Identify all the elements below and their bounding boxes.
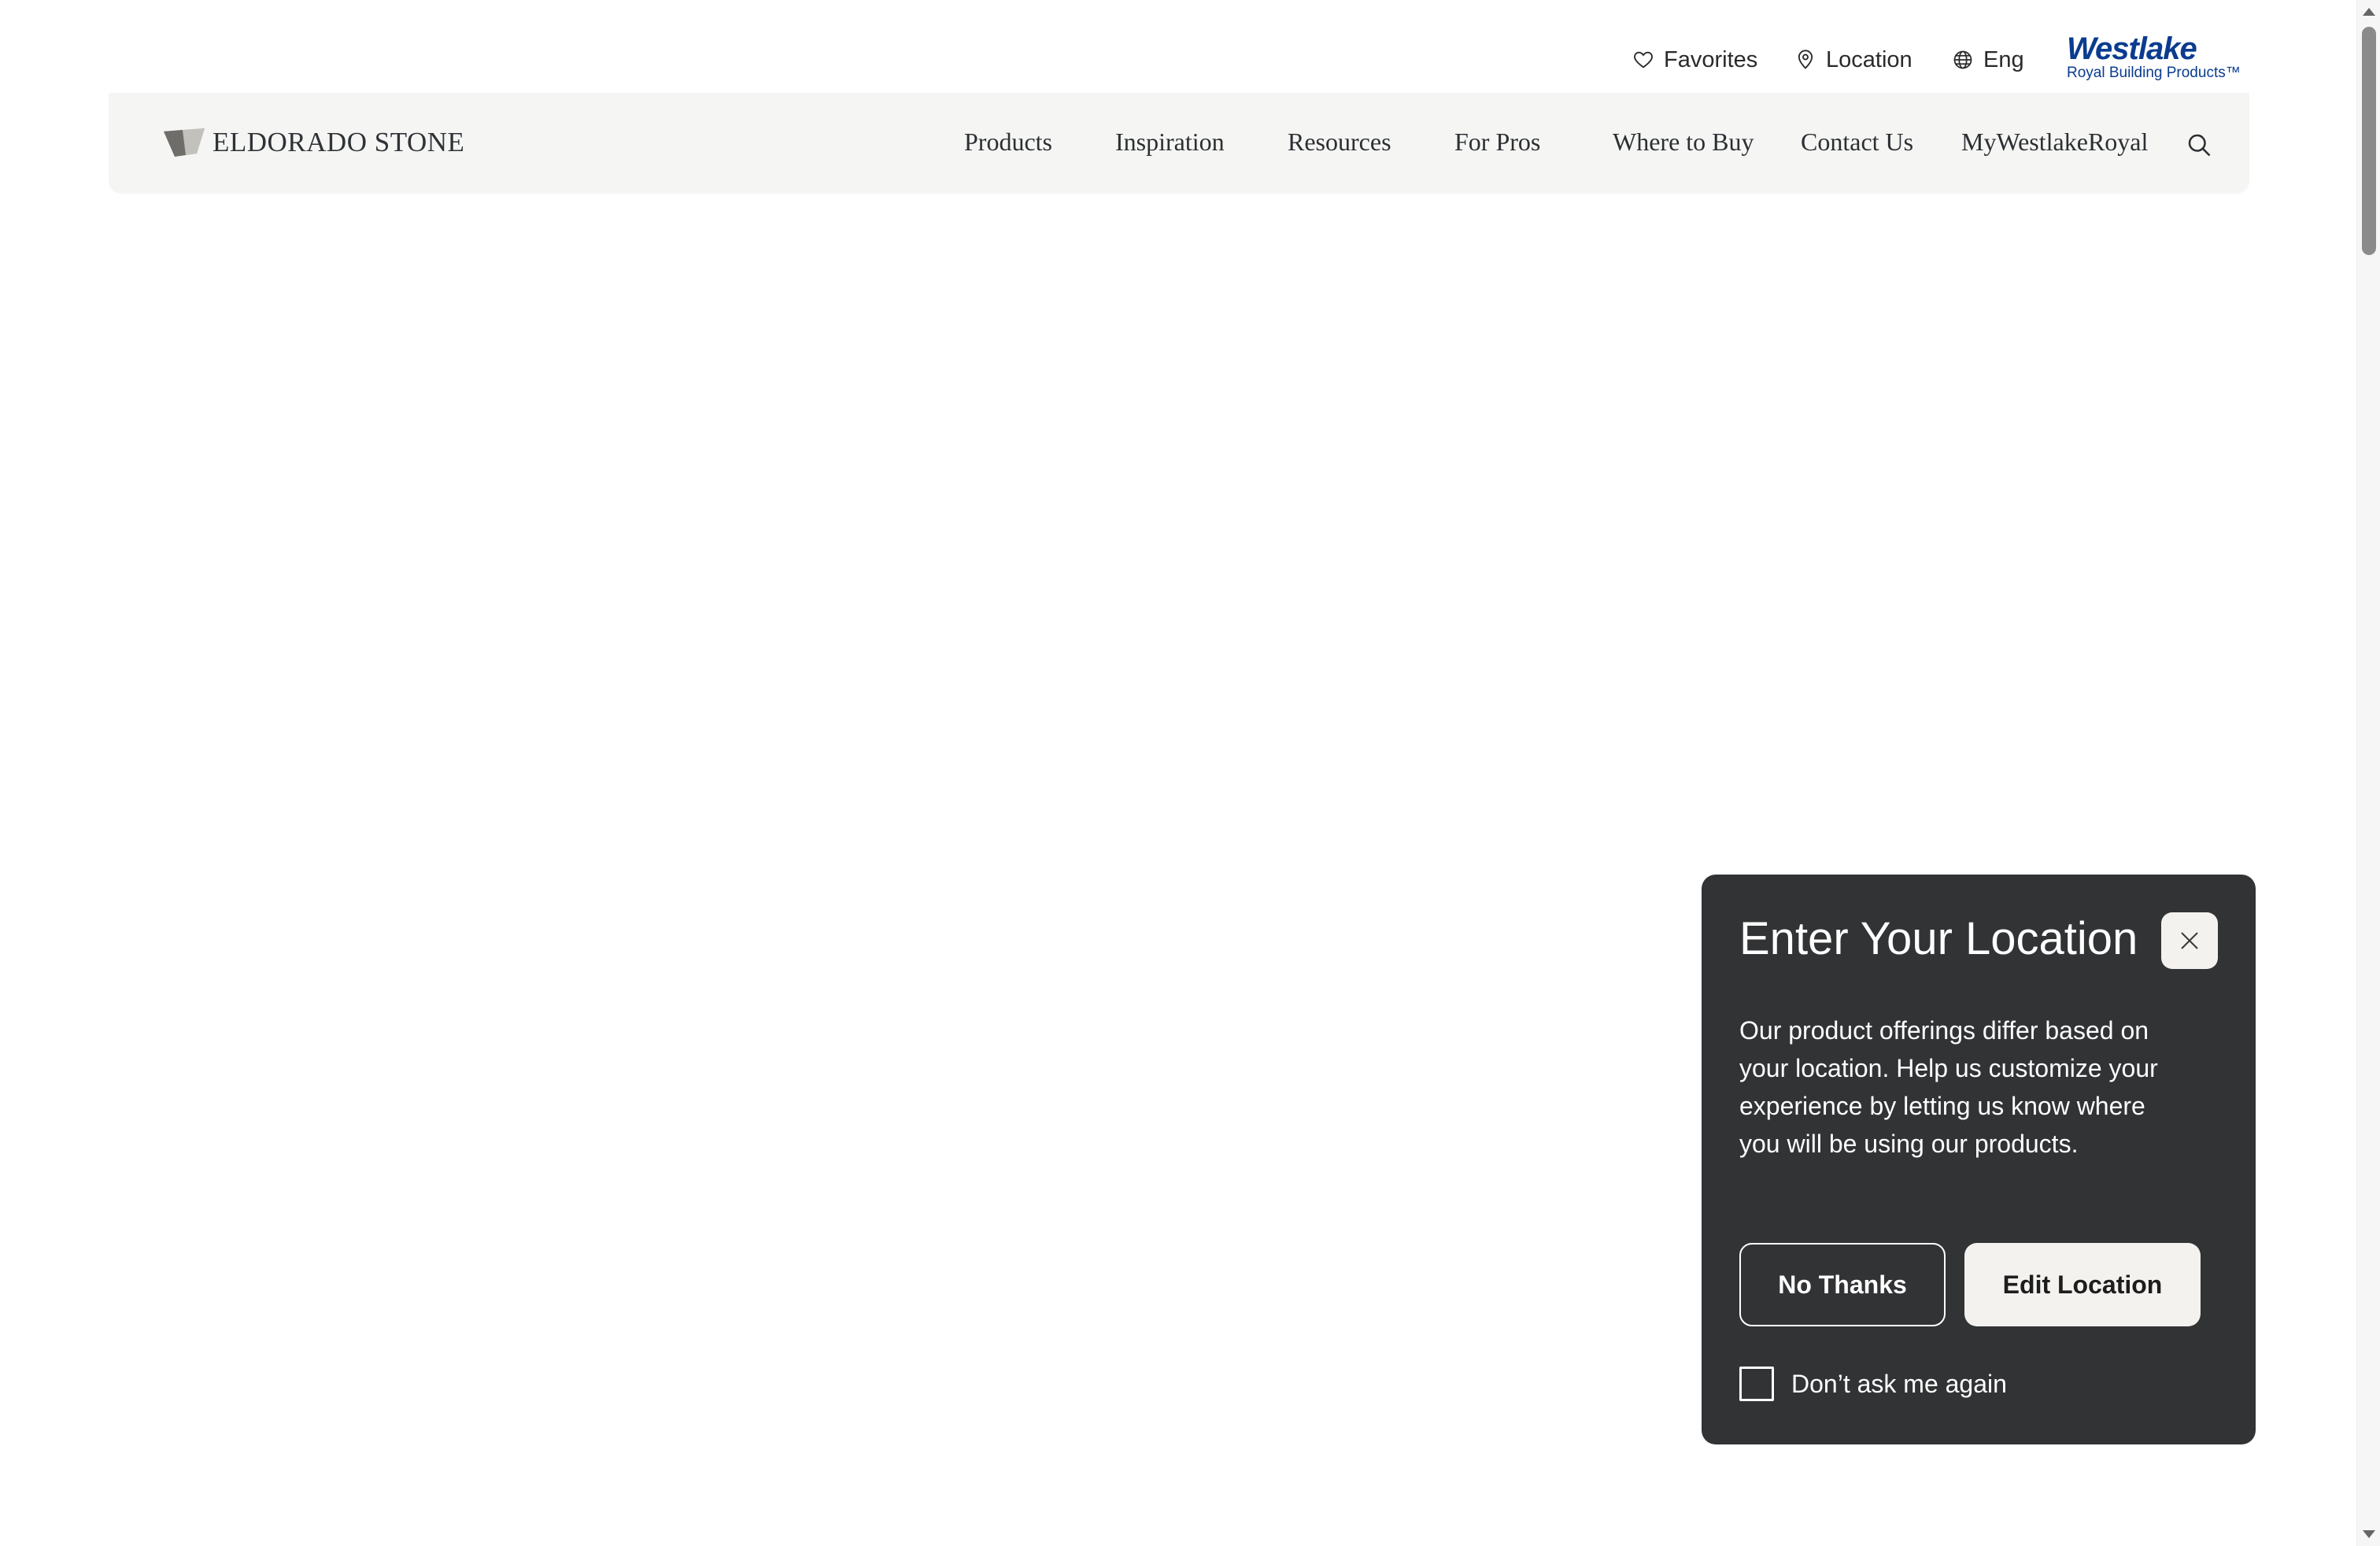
globe-icon	[1953, 50, 1972, 69]
language-label: Eng	[1983, 46, 2024, 72]
nav-item-inspiration[interactable]: Inspiration	[1115, 128, 1225, 162]
westlake-logo-wordmark: Westlake	[2067, 31, 2197, 66]
dont-ask-again-label: Don’t ask me again	[1791, 1369, 2007, 1398]
scrollbar-thumb[interactable]	[2362, 27, 2376, 255]
nav-item-for-pros[interactable]: For Pros	[1454, 128, 1540, 162]
scroll-down-arrow-icon[interactable]	[2363, 1530, 2375, 1538]
nav-item-where-to-buy[interactable]: Where to Buy	[1613, 128, 1754, 162]
page: Favorites Location Eng Westlake Royal Bu…	[0, 0, 2380, 1546]
page-scrollbar[interactable]	[2356, 0, 2380, 1546]
nav-item-contact-us[interactable]: Contact Us	[1801, 128, 1913, 162]
dont-ask-again-option[interactable]: Don’t ask me again	[1739, 1366, 2007, 1402]
dont-ask-again-checkbox[interactable]	[1739, 1367, 1774, 1401]
nav-item-resources[interactable]: Resources	[1288, 128, 1391, 162]
search-icon[interactable]	[2185, 131, 2213, 159]
nav-links: Products Inspiration Resources For Pros …	[109, 93, 2249, 194]
close-button[interactable]	[2161, 912, 2218, 969]
favorites-label: Favorites	[1664, 46, 1758, 72]
language-selector[interactable]: Eng	[1952, 44, 2024, 76]
edit-location-button[interactable]: Edit Location	[1964, 1243, 2201, 1326]
scroll-up-arrow-icon[interactable]	[2363, 8, 2375, 16]
popup-title: Enter Your Location	[1739, 913, 2138, 964]
nav-item-mywestlakeroyal[interactable]: MyWestlakeRoyal	[1961, 128, 2148, 162]
westlake-logo-subtitle: Royal Building Products™	[2067, 65, 2241, 81]
location-link[interactable]: Location	[1794, 44, 1913, 76]
utility-bar: Favorites Location Eng Westlake Royal Bu…	[0, 0, 2355, 93]
no-thanks-button[interactable]: No Thanks	[1739, 1243, 1946, 1326]
location-popup: Enter Your Location Our product offering…	[1702, 875, 2256, 1444]
westlake-royal-logo[interactable]: Westlake Royal Building Products™	[2064, 31, 2241, 87]
heart-icon	[1634, 51, 1653, 68]
favorites-link[interactable]: Favorites	[1632, 44, 1757, 76]
popup-description: Our product offerings differ based on yo…	[1739, 1016, 2158, 1158]
location-label: Location	[1826, 46, 1913, 72]
nav-item-products[interactable]: Products	[964, 128, 1052, 162]
map-pin-icon	[1798, 50, 1813, 69]
main-navigation: ELDORADO STONE Products Inspiration Reso…	[109, 93, 2249, 194]
close-icon	[2181, 932, 2198, 949]
